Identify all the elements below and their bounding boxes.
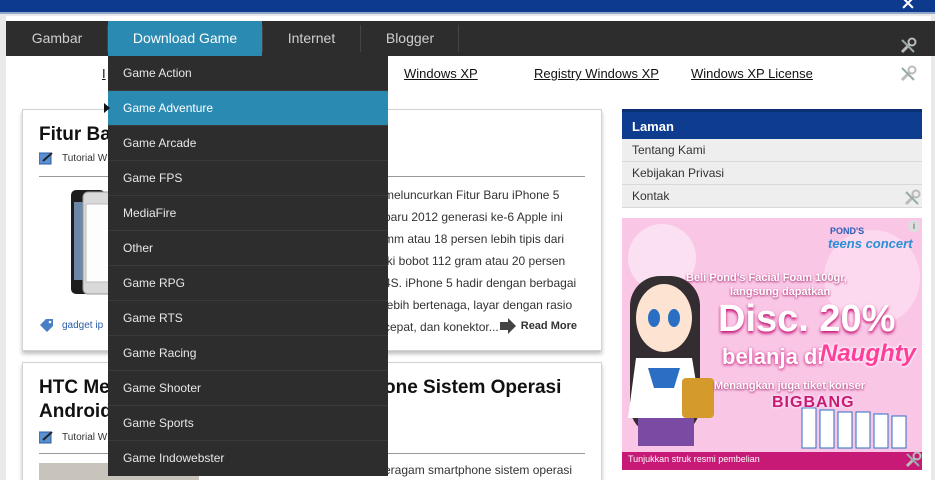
wrench-icon[interactable] [898, 36, 918, 56]
dropdown-item-mediafire[interactable]: MediaFire [108, 196, 388, 231]
post-tags: gadget ip [39, 319, 103, 332]
dropdown-item-game-adventure[interactable]: Game Adventure [104, 91, 388, 126]
ad-info-icon[interactable]: i [908, 220, 920, 232]
sidebar-link-kebijakan-privasi[interactable]: Kebijakan Privasi [622, 162, 922, 185]
edit-icon [39, 152, 53, 165]
dropdown-item-game-fps[interactable]: Game FPS [108, 161, 388, 196]
nav-item-download-game[interactable]: Download Game [108, 21, 262, 56]
dropdown-item-game-rpg[interactable]: Game RPG [108, 266, 388, 301]
nav-item-internet[interactable]: Internet [263, 21, 360, 56]
ad-footer: Tunjukkan struk resmi pembelian [628, 454, 760, 464]
post-meta: Tutorial W [39, 431, 107, 444]
dropdown-item-game-action[interactable]: Game Action [108, 56, 388, 91]
nav-item-blogger[interactable]: Blogger [361, 21, 459, 56]
sidebar-widget-pages: Laman Tentang Kami Kebijakan Privasi Kon… [622, 109, 922, 208]
pond-s-advertisement[interactable]: POND'S teens concert Beli Pond's Facial … [622, 218, 922, 470]
subnav-link-windows-xp[interactable]: Windows XP [404, 66, 478, 81]
top-bar [0, 0, 935, 14]
ad-store: Naughty [820, 340, 916, 367]
wrench-icon[interactable] [898, 64, 918, 84]
ad-line3: belanja di [722, 344, 824, 369]
post-title-continued[interactable]: one Sistem Operasi [384, 377, 561, 399]
tag-icon [40, 319, 53, 332]
main-navbar: Gambar Download Game Internet Blogger [6, 21, 935, 56]
ad-line4: Menangkan juga tiket konser [714, 380, 865, 392]
subnav-link-registry[interactable]: Registry Windows XP [534, 66, 659, 81]
ad-line1: Beli Pond's Facial Foam 100gr, [686, 272, 847, 284]
ad-brand-sub: teens concert [828, 236, 913, 251]
ad-band: BIGBANG [772, 394, 855, 411]
post-title[interactable]: Fitur Ba [39, 124, 111, 146]
dropdown-item-game-racing[interactable]: Game Racing [108, 336, 388, 371]
wrench-icon[interactable] [902, 188, 922, 208]
ad-discount: Disc. 20% [718, 298, 896, 340]
post-author[interactable]: Tutorial W [62, 153, 107, 164]
nav-separator [458, 25, 459, 52]
nav-item-gambar[interactable]: Gambar [6, 21, 108, 56]
dropdown-item-game-arcade[interactable]: Game Arcade [108, 126, 388, 161]
dropdown-item-game-indowebster[interactable]: Game Indowebster [108, 441, 388, 476]
post-excerpt: eragam smartphone sistem operasi [384, 463, 573, 477]
pointer-arrow-icon [104, 103, 110, 113]
download-game-dropdown: Game Action Game Adventure Game Arcade G… [104, 56, 388, 476]
read-more-link[interactable]: Read More [499, 318, 577, 334]
post-meta: Tutorial W [39, 152, 107, 165]
sidebar-link-kontak[interactable]: Kontak [622, 185, 922, 208]
post-tag-link[interactable]: gadget ip [62, 320, 103, 331]
dropdown-item-game-rts[interactable]: Game RTS [108, 301, 388, 336]
dropdown-item-game-sports[interactable]: Game Sports [108, 406, 388, 441]
post-excerpt: meluncurkan Fitur Baru iPhone 5 baru 201… [384, 188, 577, 334]
wrench-icon[interactable] [903, 450, 923, 470]
dropdown-item-other[interactable]: Other [108, 231, 388, 266]
post-title[interactable]: HTC Me [39, 377, 110, 399]
post-title-line2[interactable]: Android [39, 401, 112, 423]
subnav-link-partial[interactable]: I [102, 66, 106, 81]
widget-heading: Laman [622, 109, 922, 139]
ad-brand: POND'S [830, 226, 865, 236]
ad-line2: langsung dapatkan [730, 286, 831, 298]
edit-icon [39, 431, 53, 444]
arrow-right-icon [499, 318, 516, 334]
subnav-link-license[interactable]: Windows XP License [691, 66, 813, 81]
dropdown-item-game-shooter[interactable]: Game Shooter [108, 371, 388, 406]
post-author[interactable]: Tutorial W [62, 432, 107, 443]
wrench-icon[interactable] [899, 0, 917, 10]
sidebar-link-tentang-kami[interactable]: Tentang Kami [622, 139, 922, 162]
